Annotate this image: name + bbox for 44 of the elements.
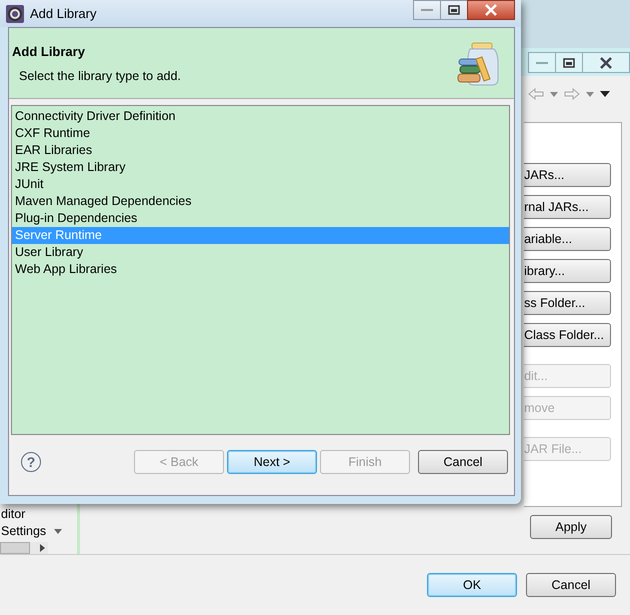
side-button[interactable]: ss Folder... bbox=[524, 291, 611, 315]
dropdown-arrow-icon[interactable] bbox=[550, 92, 558, 96]
maximize-icon bbox=[448, 5, 460, 15]
wizard-button[interactable]: Cancel bbox=[418, 450, 508, 474]
list-item[interactable]: Connectivity Driver Definition bbox=[12, 108, 509, 125]
side-button[interactable]: ariable... bbox=[524, 227, 611, 251]
maximize-button[interactable] bbox=[440, 0, 468, 20]
window-title: Add Library bbox=[30, 6, 96, 21]
list-item[interactable]: EAR Libraries bbox=[12, 142, 509, 159]
minimize-icon bbox=[536, 60, 548, 64]
header-message: Select the library type to add. bbox=[18, 68, 182, 82]
maximize-icon bbox=[563, 58, 575, 68]
library-type-list[interactable]: Connectivity Driver Definition CXF Runtime EAR Libraries JRE System Library JUnit Maven Managed Dependencies Plug-in Dependencies Server Runtime User Library Web App Libraries bbox=[11, 105, 510, 435]
tree-item[interactable]: Settings bbox=[0, 523, 46, 540]
dropdown-arrow-icon[interactable] bbox=[54, 529, 62, 534]
list-item[interactable]: CXF Runtime bbox=[12, 125, 509, 142]
list-item[interactable]: Maven Managed Dependencies bbox=[12, 193, 509, 210]
dropdown-arrow-icon[interactable] bbox=[586, 92, 594, 96]
app-icon bbox=[6, 4, 24, 22]
dialog-button[interactable]: OK bbox=[427, 573, 517, 597]
list-item[interactable]: JUnit bbox=[12, 176, 509, 193]
side-button[interactable]: Class Folder... bbox=[524, 323, 611, 347]
help-icon[interactable]: ? bbox=[21, 452, 41, 472]
close-button[interactable] bbox=[467, 0, 515, 20]
dialog-button[interactable]: Cancel bbox=[526, 573, 616, 597]
maximize-button[interactable] bbox=[555, 52, 583, 73]
minimize-icon bbox=[421, 8, 433, 12]
close-button[interactable] bbox=[582, 52, 630, 73]
close-icon bbox=[484, 4, 498, 16]
side-button[interactable]: JARs... bbox=[524, 163, 611, 187]
wizard-button[interactable]: Next > bbox=[227, 450, 317, 474]
list-item[interactable]: JRE System Library bbox=[12, 159, 509, 176]
header-title: Add Library bbox=[12, 44, 86, 58]
scroll-right-icon[interactable] bbox=[40, 544, 45, 552]
apply-button[interactable]: Apply bbox=[530, 515, 612, 539]
tree-item[interactable]: ditor bbox=[0, 506, 78, 523]
side-button[interactable]: rnal JARs... bbox=[524, 195, 611, 219]
horizontal-scrollbar[interactable] bbox=[0, 542, 48, 554]
close-icon bbox=[599, 56, 613, 68]
view-menu-icon[interactable] bbox=[600, 91, 610, 97]
list-item[interactable]: Plug-in Dependencies bbox=[12, 210, 509, 227]
side-button[interactable]: ibrary... bbox=[524, 259, 611, 283]
list-item[interactable]: Web App Libraries bbox=[12, 261, 509, 278]
list-item[interactable]: User Library bbox=[12, 244, 509, 261]
